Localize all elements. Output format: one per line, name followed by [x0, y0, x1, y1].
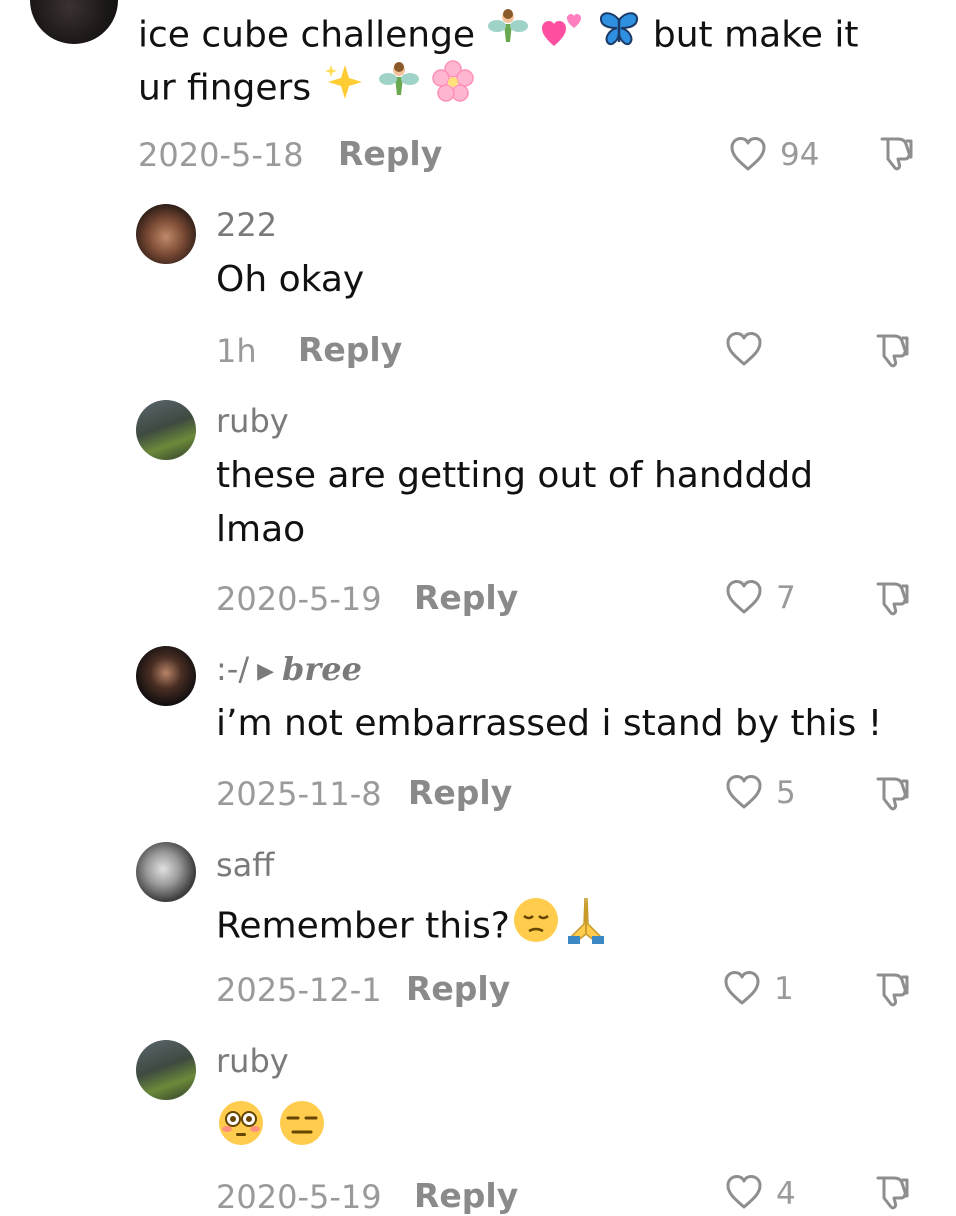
- heart-icon[interactable]: [722, 968, 762, 1008]
- cherry-blossom-emoji: [431, 60, 475, 119]
- avatar[interactable]: [136, 400, 196, 460]
- reply-button[interactable]: Reply: [408, 773, 512, 812]
- like-count: 5: [776, 775, 796, 811]
- comment-date: 1h: [216, 332, 257, 370]
- folded-hands-emoji: [562, 894, 610, 961]
- like-count: 7: [776, 580, 796, 616]
- butterfly-emoji: [597, 8, 641, 65]
- like-count: 4: [776, 1176, 796, 1212]
- pensive-face-emoji: [510, 896, 562, 959]
- username[interactable]: ruby: [216, 402, 289, 440]
- reply-button[interactable]: Reply: [406, 969, 510, 1008]
- reply-to-username[interactable]: bree: [282, 650, 362, 688]
- avatar[interactable]: [136, 1040, 196, 1100]
- reply-to-arrow-icon: ▶: [257, 658, 275, 684]
- username: :-/ ▶ bree: [216, 650, 362, 688]
- sparkles-emoji: [323, 61, 367, 118]
- dislike-icon[interactable]: [872, 773, 912, 813]
- dislike-icon[interactable]: [872, 969, 912, 1009]
- avatar[interactable]: [136, 842, 196, 902]
- comment-date: 2025-12-1: [216, 971, 382, 1009]
- reply-button[interactable]: Reply: [338, 134, 442, 173]
- avatar[interactable]: [136, 646, 196, 706]
- heart-icon[interactable]: [728, 134, 768, 174]
- username[interactable]: 222: [216, 206, 277, 244]
- dislike-icon[interactable]: [876, 133, 916, 173]
- heart-icon[interactable]: [724, 577, 764, 617]
- dislike-icon[interactable]: [872, 578, 912, 618]
- heart-icon[interactable]: [724, 329, 764, 369]
- fairy-emoji: [487, 8, 529, 65]
- comment-date: 2020-5-19: [216, 580, 382, 618]
- comment-text-line2: lmao: [216, 509, 306, 550]
- comment-date: 2025-11-8: [216, 775, 382, 813]
- like-count: 1: [774, 971, 794, 1007]
- heart-icon[interactable]: [724, 772, 764, 812]
- username[interactable]: saff: [216, 846, 274, 884]
- like-count: 94: [780, 137, 820, 173]
- avatar[interactable]: [30, 0, 118, 44]
- comment-text: [216, 1098, 327, 1163]
- reply-button[interactable]: Reply: [414, 578, 518, 617]
- fairy-emoji: [378, 61, 420, 118]
- avatar[interactable]: [136, 204, 196, 264]
- reply-button[interactable]: Reply: [298, 330, 402, 369]
- heart-icon[interactable]: [724, 1172, 764, 1212]
- comment-text: i’m not embarrassed i stand by this !: [216, 703, 883, 744]
- dislike-icon[interactable]: [872, 330, 912, 370]
- two-hearts-emoji: [540, 8, 586, 65]
- username-text[interactable]: :-/: [216, 650, 249, 688]
- dislike-icon[interactable]: [872, 1172, 912, 1212]
- comment-date: 2020-5-18: [138, 136, 304, 174]
- flushed-face-emoji: [216, 1098, 266, 1163]
- expressionless-face-emoji: [277, 1098, 327, 1163]
- comment-text-line2: ur fingers: [138, 60, 475, 119]
- comment-text: ice cube challenge but make it: [138, 8, 859, 65]
- comment-text: Oh okay: [216, 259, 365, 300]
- comment-date: 2020-5-19: [216, 1178, 382, 1216]
- reply-button[interactable]: Reply: [414, 1176, 518, 1215]
- comment-text: Remember this?: [216, 894, 610, 961]
- username[interactable]: ruby: [216, 1042, 289, 1080]
- comment-text: these are getting out of handddd: [216, 455, 814, 496]
